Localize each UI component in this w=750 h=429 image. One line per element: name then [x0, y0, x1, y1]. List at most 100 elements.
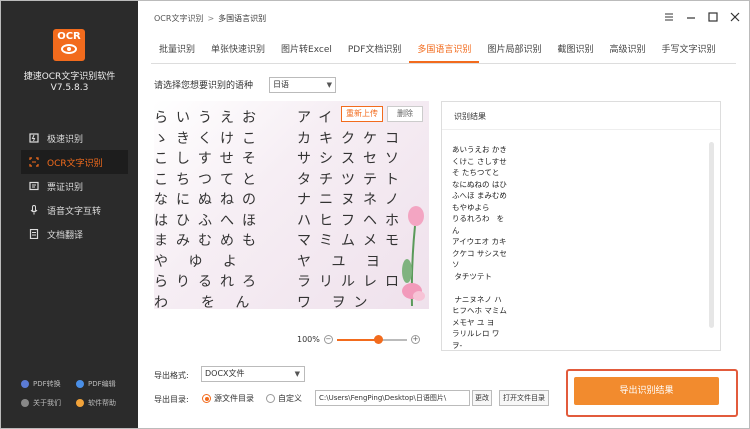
help-link[interactable]: 软件帮助 — [76, 398, 131, 408]
radio-source-dir[interactable]: 源文件目录 — [202, 393, 254, 404]
app-logo: OCR — [53, 29, 85, 61]
sidebar-item-label: 票证识别 — [47, 182, 84, 193]
kana-row: ラリルレロ — [297, 274, 407, 290]
sidebar-bottom-links: PDF转换 PDF编辑 关于我们 软件帮助 — [21, 376, 131, 414]
sidebar-item-fast-recognition[interactable]: 极速识别 — [21, 126, 128, 150]
zoom-slider[interactable] — [336, 334, 407, 344]
format-select[interactable]: DOCX文件 ▼ — [201, 366, 305, 382]
ticket-icon — [29, 181, 39, 191]
kana-row: サシスセソ — [297, 151, 407, 167]
kana-row: マミムメモ — [297, 233, 407, 249]
breadcrumb: OCR文字识别 > 多国语言识别 — [154, 13, 266, 24]
app-window: OCR 捷速OCR文字识别软件 V7.5.8.3 极速识别 OCR文字识别 票证… — [0, 0, 750, 429]
list-icon[interactable] — [663, 11, 675, 23]
link-label: PDF转换 — [33, 380, 61, 388]
open-folder-button[interactable]: 打开文件目录 — [499, 390, 549, 406]
pdf-convert-link[interactable]: PDF转换 — [21, 379, 76, 389]
tab-advanced[interactable]: 高级识别 — [601, 41, 653, 63]
tab-bar: 批量识别 单张快速识别 图片转Excel PDF文档识别 多国语言识别 图片局部… — [151, 41, 724, 63]
sidebar-item-ticket[interactable]: 票证识别 — [21, 174, 128, 198]
link-label: PDF编辑 — [88, 380, 116, 388]
result-panel: 识别结果 あいうえお かき くけこ さしすせ そ たちつてと なにぬねの はひ … — [441, 101, 721, 351]
document-icon — [29, 228, 39, 240]
kana-row: わ を ん — [154, 294, 258, 310]
output-path-field[interactable]: C:\Users\FengPing\Desktop\日语图片\ — [315, 390, 470, 406]
info-icon — [21, 399, 29, 407]
minimize-icon[interactable] — [685, 11, 697, 23]
directory-label: 导出目录: — [154, 395, 189, 404]
zoom-in-icon[interactable]: + — [410, 335, 420, 344]
help-icon — [76, 399, 84, 407]
pdf-edit-link[interactable]: PDF编辑 — [76, 379, 131, 389]
logo-text: OCR — [57, 31, 81, 42]
delete-button[interactable]: 删除 — [387, 106, 423, 122]
sidebar-nav: 极速识别 OCR文字识别 票证识别 语音文字互转 文档翻译 — [21, 126, 128, 246]
sidebar-item-label: 极速识别 — [47, 134, 84, 145]
radio-label: 自定义 — [278, 394, 302, 403]
result-scrollbar[interactable] — [709, 142, 714, 328]
breadcrumb-current: 多国语言识别 — [218, 14, 267, 23]
radio-custom-dir[interactable]: 自定义 — [266, 393, 302, 404]
breadcrumb-root[interactable]: OCR文字识别 — [154, 14, 203, 23]
format-label: 导出格式: — [154, 371, 189, 380]
kana-row: ワ ヲン — [297, 294, 376, 310]
zoom-slider-handle[interactable] — [374, 334, 384, 344]
sidebar-item-label: 语音文字互转 — [47, 206, 102, 217]
kana-row: なにぬねの — [154, 192, 264, 208]
sidebar-item-voice[interactable]: 语音文字互转 — [21, 198, 128, 222]
breadcrumb-separator: > — [207, 14, 215, 23]
image-preview: らいうえお ゝきくけこ こしすせそ こちつてと なにぬねの はひふへほ まみむめもや ゆ よ… — [154, 101, 429, 309]
tab-batch[interactable]: 批量识别 — [151, 41, 203, 63]
tab-screenshot[interactable]: 截图识别 — [549, 41, 601, 63]
link-label: 关于我们 — [33, 399, 61, 407]
result-text[interactable]: あいうえお かき くけこ さしすせ そ たちつてと なにぬねの はひ ふへほ ま… — [452, 144, 532, 351]
radio-label: 源文件目录 — [214, 394, 254, 403]
sidebar: OCR 捷速OCR文字识别软件 V7.5.8.3 极速识别 OCR文字识别 票证… — [1, 1, 138, 428]
katakana-grid: アイ カキクケコ サシスセソ タチツテト ナニヌネノ ハヒフヘホ マミムメモヤ ユ ヨラリル… — [297, 107, 407, 309]
sidebar-item-translate[interactable]: 文档翻译 — [21, 222, 128, 246]
microphone-icon — [29, 205, 39, 215]
radio-unchecked-icon — [266, 394, 275, 403]
sidebar-item-label: 文档翻译 — [47, 230, 84, 241]
kana-row: タチツテト — [297, 171, 407, 188]
window-controls — [663, 11, 741, 23]
flower-decoration-icon — [402, 206, 425, 306]
kana-row: らいうえお — [154, 110, 264, 126]
zoom-slider-fill — [336, 338, 379, 341]
about-link[interactable]: 关于我们 — [21, 398, 76, 408]
tab-image-to-excel[interactable]: 图片转Excel — [273, 41, 340, 63]
change-path-button[interactable]: 更改 — [472, 390, 492, 406]
export-results-button[interactable]: 导出识别结果 — [574, 377, 719, 405]
language-select[interactable]: 日语 ▼ — [269, 77, 336, 93]
app-version: V7.5.8.3 — [50, 83, 89, 93]
hiragana-grid: らいうえお ゝきくけこ こしすせそ こちつてと なにぬねの はひふへほ まみむめもや ゆ よ… — [154, 107, 264, 309]
tab-handwriting[interactable]: 手写文字识别 — [653, 41, 723, 63]
kana-row: ナニヌネノ — [297, 192, 407, 208]
close-icon[interactable] — [729, 11, 741, 23]
language-label: 请选择您想要识别的语种 — [154, 81, 254, 91]
kana-row: はひふへほ — [154, 212, 264, 229]
tab-image-partial[interactable]: 图片局部识别 — [479, 41, 549, 63]
pdf-edit-icon — [76, 380, 84, 388]
chevron-down-icon: ▼ — [326, 81, 332, 89]
kana-row: ハヒフヘホ — [297, 212, 407, 229]
sidebar-item-label: OCR文字识别 — [47, 158, 103, 169]
app-name: 捷速OCR文字识别软件 — [23, 72, 116, 82]
kana-row: ゝきくけこ — [154, 130, 264, 147]
link-label: 软件帮助 — [88, 399, 116, 407]
zoom-out-icon[interactable]: − — [323, 335, 333, 344]
tab-multi-language[interactable]: 多国语言识别 — [409, 41, 480, 63]
kana-row: カキクケコ — [297, 130, 407, 147]
kana-row: まみむめも — [154, 233, 264, 249]
kana-row: こちつてと — [154, 171, 264, 188]
maximize-icon[interactable] — [707, 11, 719, 23]
format-value: DOCX文件 — [205, 369, 245, 378]
tab-single-fast[interactable]: 单张快速识别 — [203, 41, 273, 63]
sidebar-item-ocr[interactable]: OCR文字识别 — [21, 150, 128, 174]
kana-row: ヤ ユ ヨ — [297, 253, 388, 270]
tab-pdf[interactable]: PDF文档识别 — [340, 41, 410, 63]
radio-checked-icon — [202, 394, 211, 403]
eye-icon — [61, 44, 77, 54]
reupload-button[interactable]: 重新上传 — [341, 106, 383, 122]
zoom-value: 100% — [297, 335, 320, 344]
